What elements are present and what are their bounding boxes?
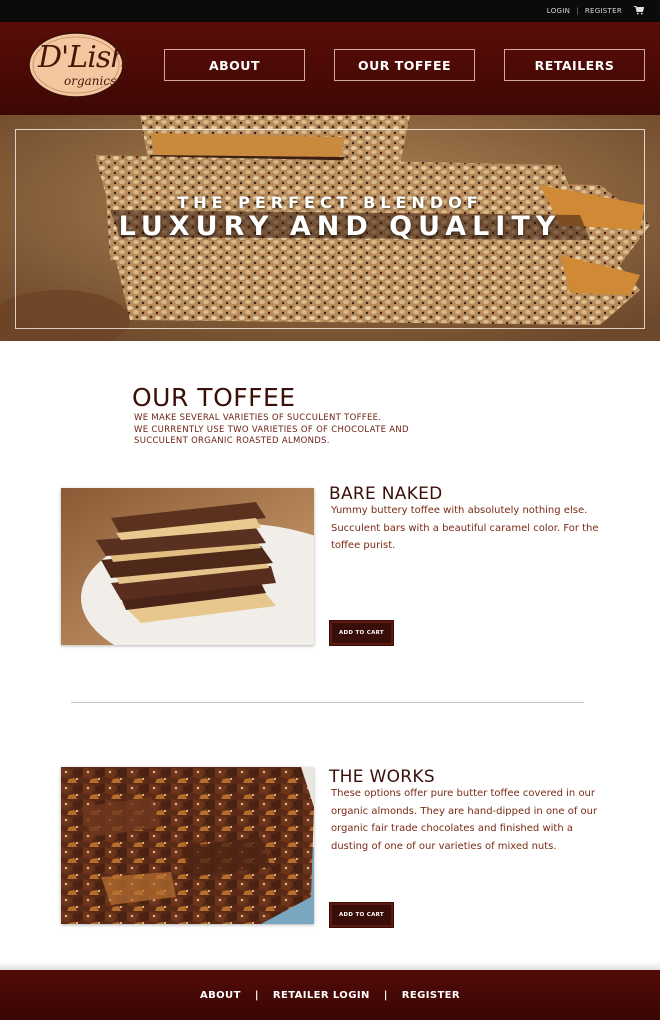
hero-banner: THE PERFECT BLENDOF LUXURY AND QUALITY	[0, 115, 660, 341]
site-header: D'Lish organics ABOUT OUR TOFFEE RETAILE…	[0, 22, 660, 115]
intro-line: WE MAKE SEVERAL VARIETIES OF SUCCULENT T…	[134, 413, 382, 423]
the-works-add-to-cart-button[interactable]: ADD TO CART	[329, 902, 394, 928]
link-separator: |	[576, 6, 579, 15]
nav-our-toffee-button[interactable]: OUR TOFFEE	[334, 49, 475, 81]
login-link[interactable]: LOGIN	[547, 7, 570, 15]
bare-naked-description: Yummy buttery toffee with absolutely not…	[331, 505, 599, 552]
nav-about-button[interactable]: ABOUT	[164, 49, 305, 81]
footer-retailer-login-link[interactable]: RETAILER LOGIN	[273, 990, 370, 1001]
register-link[interactable]: REGISTER	[585, 7, 622, 15]
section-title: OUR TOFFEE	[132, 383, 296, 412]
intro-line: SUCCULENT ORGANIC ROASTED ALMONDS.	[134, 436, 330, 446]
footer-register-link[interactable]: REGISTER	[402, 990, 460, 1001]
footer-separator: |	[254, 989, 259, 1001]
bare-naked-title: BARE NAKED	[329, 484, 443, 504]
brand-logo[interactable]: D'Lish organics	[28, 32, 130, 98]
nav-retailers-button[interactable]: RETAILERS	[504, 49, 645, 81]
bare-naked-product-image	[61, 488, 314, 645]
the-works-photo	[61, 767, 314, 924]
intro-line: WE CURRENTLY USE TWO VARIETIES OF OF CHO…	[134, 424, 409, 435]
footer-separator: |	[383, 989, 388, 1001]
section-intro: WE MAKE SEVERAL VARIETIES OF SUCCULENT T…	[134, 413, 434, 448]
footer-about-link[interactable]: ABOUT	[200, 990, 241, 1001]
hero-headline: LUXURY AND QUALITY	[118, 211, 562, 242]
footer-shadow	[0, 962, 660, 970]
bare-naked-add-to-cart-button[interactable]: ADD TO CART	[329, 620, 394, 646]
bare-naked-photo	[61, 488, 314, 645]
cart-icon[interactable]	[634, 6, 644, 15]
site-footer: ABOUT | RETAILER LOGIN | REGISTER	[0, 970, 660, 1020]
top-utility-bar: LOGIN | REGISTER	[0, 0, 660, 22]
the-works-product-image	[61, 767, 314, 924]
section-divider	[71, 702, 584, 703]
logo-text: D'Lish organics	[28, 32, 130, 98]
logo-subtitle: organics	[64, 74, 117, 88]
the-works-title: THE WORKS	[329, 767, 435, 787]
account-links: LOGIN | REGISTER	[547, 6, 644, 15]
the-works-description: These options offer pure butter toffee c…	[331, 788, 598, 852]
logo-brand: D'Lish	[38, 40, 130, 75]
hero-tagline: THE PERFECT BLENDOF	[177, 193, 483, 212]
